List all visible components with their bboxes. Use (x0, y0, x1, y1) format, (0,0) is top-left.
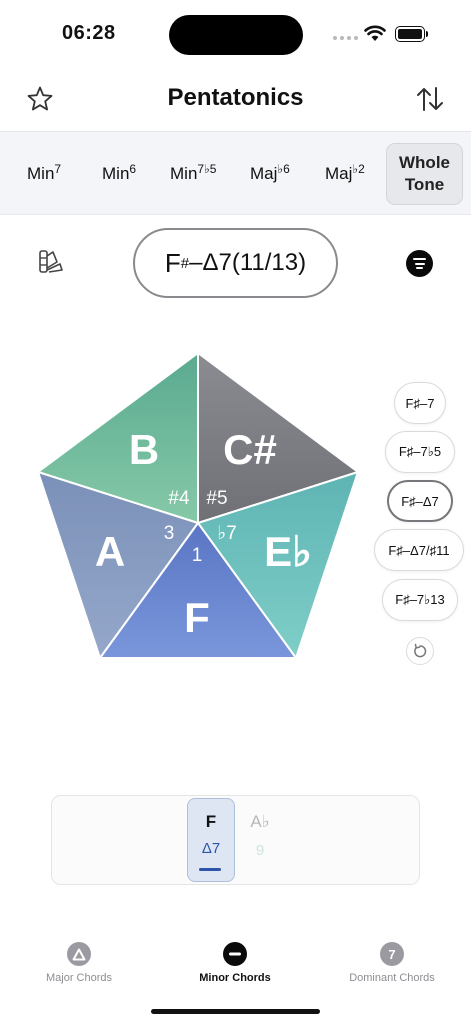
note-label-f: F (184, 594, 210, 641)
reset-icon (414, 643, 427, 658)
chord-type-majb6[interactable]: Maj♭6 (250, 162, 290, 184)
chord-type-min7b5[interactable]: Min7♭5 (170, 162, 216, 184)
chord-option-fsharp-mmaj7[interactable]: F♯–Δ7 (387, 480, 453, 522)
chord-option-label: F♯–7 (405, 395, 435, 411)
status-time: 06:28 (62, 22, 116, 44)
tab-minor-chords[interactable]: Minor Chords (185, 942, 285, 984)
chord-type-whole-tone[interactable]: Whole Tone (386, 143, 463, 205)
note-label-b: B (129, 426, 159, 473)
interval-label-sharp5: #5 (206, 488, 227, 509)
sort-icon[interactable] (414, 84, 446, 114)
tab-dominant-chords[interactable]: 7 Dominant Chords (340, 942, 444, 984)
chord-option-fsharp-mmaj7-sharp11[interactable]: F♯–Δ7/♯11 (374, 529, 464, 571)
dynamic-island (169, 15, 303, 55)
pentagon-diagram[interactable]: B C# A E♭ F #4 #5 3 ♭7 1 (30, 345, 370, 670)
chord-type-min7[interactable]: Min7 (27, 162, 61, 184)
tab-major-chords[interactable]: Major Chords (30, 942, 128, 984)
chord-option-label: F♯–Δ7/♯11 (388, 542, 450, 558)
inactive-chord-quality[interactable]: 9 (240, 842, 280, 859)
wifi-icon (364, 25, 386, 41)
chord-option-label: F♯–7♭13 (395, 592, 445, 607)
chord-type-selector[interactable]: Min7 Min6 Min7♭5 Maj♭6 Maj♭2 Whole Tone (0, 131, 471, 215)
note-label-eflat: E♭ (264, 528, 312, 575)
chord-option-label: F♯–7♭5 (398, 444, 442, 459)
tab-label: Minor Chords (199, 972, 271, 984)
interval-label-3: 3 (164, 523, 175, 544)
page-title: Pentatonics (167, 84, 304, 111)
chord-option-fsharp-m7b13[interactable]: F♯–7♭13 (382, 579, 458, 621)
chord-type-min6[interactable]: Min6 (102, 162, 136, 184)
active-indicator (199, 868, 221, 871)
inactive-note[interactable]: A♭ (240, 812, 280, 832)
color-palette-icon[interactable] (37, 248, 65, 276)
interval-label-1: 1 (192, 545, 203, 566)
minor-dash-icon (223, 942, 247, 966)
chord-option-label: F♯–Δ7 (401, 493, 439, 509)
note-label-a: A (95, 528, 125, 575)
major-triangle-icon (67, 942, 91, 966)
options-menu-button[interactable] (406, 250, 433, 277)
battery-icon (395, 26, 428, 42)
dominant-seven-icon: 7 (380, 942, 404, 966)
interval-label-flat7: ♭7 (217, 523, 237, 544)
note-label-csharp: C# (223, 426, 277, 473)
reset-button[interactable] (406, 637, 434, 665)
chord-option-fsharp-m7[interactable]: F♯–7 (394, 382, 446, 424)
interval-label-sharp4: #4 (168, 488, 190, 509)
chord-type-majb2[interactable]: Maj♭2 (325, 162, 365, 184)
chord-selector-panel[interactable] (51, 795, 420, 885)
home-indicator[interactable] (151, 1009, 320, 1014)
active-note: F (205, 812, 217, 831)
cellular-signal-icon (333, 36, 358, 40)
chord-option-fsharp-m7b5[interactable]: F♯–7♭5 (385, 431, 455, 473)
active-chord-quality: Δ7 (201, 840, 221, 857)
current-chord-display[interactable]: F # –Δ7 (11/13) (133, 228, 338, 298)
tab-label: Dominant Chords (349, 972, 435, 984)
tab-label: Major Chords (45, 972, 113, 984)
